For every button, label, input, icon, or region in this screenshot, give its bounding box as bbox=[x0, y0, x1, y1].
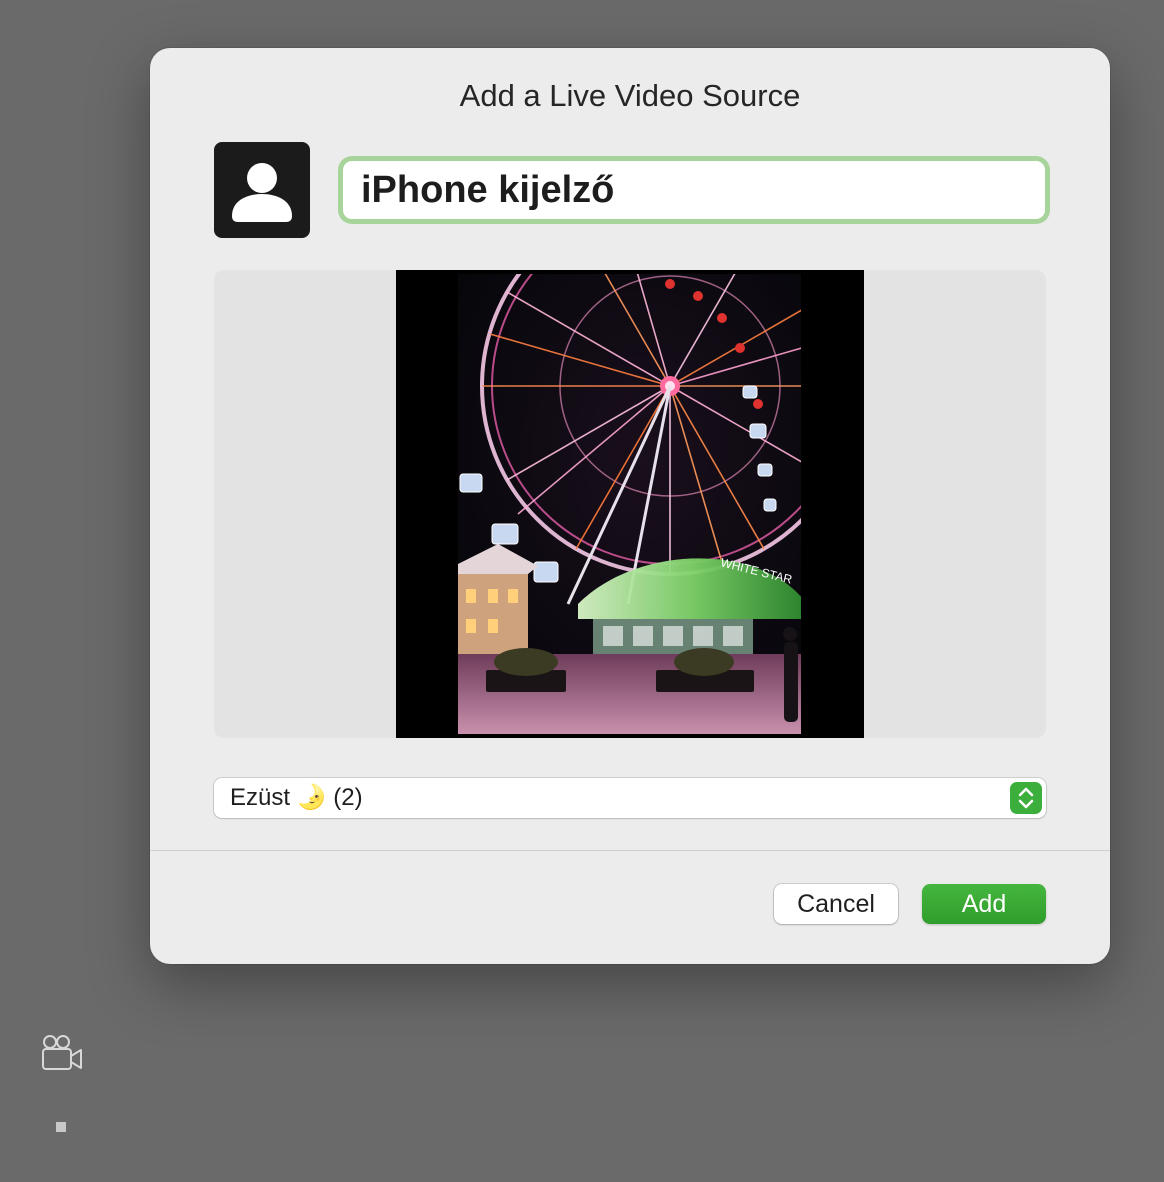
cancel-button[interactable]: Cancel bbox=[774, 884, 898, 924]
up-down-chevron-icon[interactable] bbox=[1010, 782, 1042, 814]
device-select-value: Ezüst 🌛 (2) bbox=[230, 784, 363, 811]
person-icon bbox=[232, 163, 292, 222]
ferris-wheel-photo: WHITE STAR bbox=[458, 274, 801, 734]
video-camera-icon[interactable] bbox=[40, 1034, 84, 1074]
video-device-select[interactable]: Ezüst 🌛 (2) bbox=[214, 778, 1046, 818]
video-preview-area: WHITE STAR bbox=[214, 270, 1046, 738]
source-name-input[interactable] bbox=[343, 161, 1045, 219]
stop-square-icon[interactable] bbox=[56, 1122, 66, 1132]
device-screen-preview: WHITE STAR bbox=[396, 270, 864, 738]
name-field-focus-ring bbox=[338, 156, 1050, 224]
dialog-title: Add a Live Video Source bbox=[459, 78, 801, 113]
add-button[interactable]: Add bbox=[922, 884, 1046, 924]
avatar[interactable] bbox=[214, 142, 310, 238]
add-live-video-source-dialog: Add a Live Video Source iPhone kijelző W… bbox=[150, 48, 1110, 964]
divider bbox=[150, 850, 1110, 851]
